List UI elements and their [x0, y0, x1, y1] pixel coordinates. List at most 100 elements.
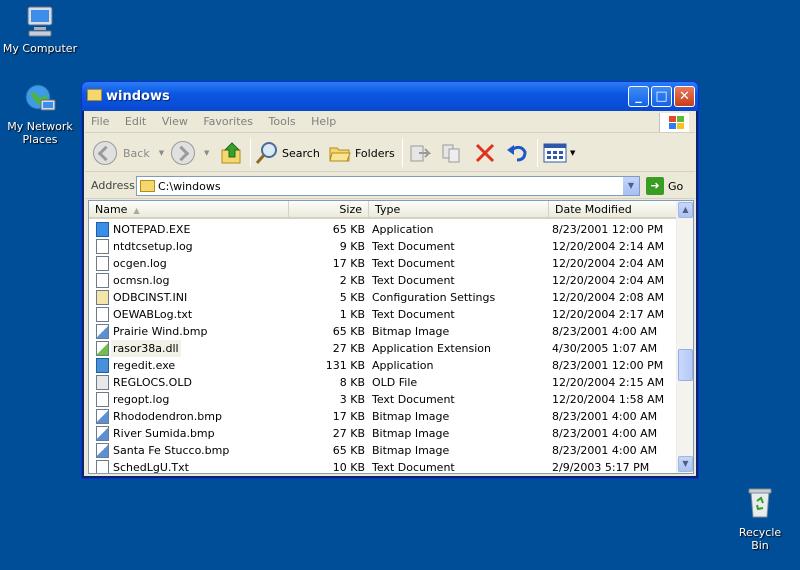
minimize-button[interactable]: _ [628, 86, 649, 107]
views-button[interactable]: ▼ [543, 138, 575, 168]
file-row[interactable]: regedit.exe 131 KB Application 8/23/2001 12… [89, 357, 679, 374]
application-icon [96, 222, 109, 237]
file-row[interactable]: NOTEPAD.EXE 65 KB Application 8/23/2001 12:… [89, 221, 679, 238]
file-date: 8/23/2001 12:00 PM [552, 359, 664, 372]
file-date: 8/23/2001 12:00 PM [552, 223, 664, 236]
bitmap-icon [96, 426, 109, 441]
file-date: 8/23/2001 4:00 AM [552, 410, 658, 423]
menu-view[interactable]: View [156, 111, 194, 132]
file-row[interactable]: Prairie Wind.bmp 65 KB Bitmap Image 8/23/20… [89, 323, 679, 340]
forward-button[interactable]: ▼ [171, 138, 209, 168]
delete-button[interactable] [474, 138, 496, 168]
address-label: Address [91, 179, 135, 192]
file-row[interactable]: ocgen.log 17 KB Text Document 12/20/2004 2:… [89, 255, 679, 272]
folders-button[interactable]: Folders [328, 138, 395, 168]
scroll-up-button[interactable]: ▲ [678, 202, 693, 218]
file-row[interactable]: ODBCINST.INI 5 KB Configuration Settings 12… [89, 289, 679, 306]
file-row[interactable]: River Sumida.bmp 27 KB Bitmap Image 8/23/20… [89, 425, 679, 442]
menu-tools[interactable]: Tools [263, 111, 302, 132]
desktop-icon-my-computer[interactable]: My Computer [0, 4, 80, 55]
file-row[interactable]: rasor38a.dll 27 KB Application Extension 4/… [89, 340, 679, 357]
column-header-label: Type [375, 203, 401, 216]
file-type: Text Document [372, 461, 455, 474]
file-row[interactable]: REGLOCS.OLD 8 KB OLD File 12/20/2004 2:15 A… [89, 374, 679, 391]
file-row[interactable]: regopt.log 3 KB Text Document 12/20/2004 1:… [89, 391, 679, 408]
file-date: 12/20/2004 2:15 AM [552, 376, 665, 389]
file-name: River Sumida.bmp [113, 427, 215, 440]
file-size: 10 KB [332, 461, 365, 474]
file-date: 8/23/2001 4:00 AM [552, 427, 658, 440]
bitmap-icon [96, 443, 109, 458]
title-bar[interactable]: windows _ □ ✕ [82, 82, 698, 111]
delete-icon [475, 143, 495, 163]
close-icon: ✕ [679, 89, 690, 104]
file-type: Text Document [372, 257, 455, 270]
file-date: 4/30/2005 1:07 AM [552, 342, 658, 355]
desktop-icon-my-network-places[interactable]: My Network Places [0, 82, 80, 146]
file-list: Name ▲ Size Type Date Modified NOTEPAD.EX… [88, 200, 694, 474]
file-row[interactable]: SchedLgU.Txt 10 KB Text Document 2/9/2003 5… [89, 459, 679, 474]
file-row[interactable]: OEWABLog.txt 1 KB Text Document 12/20/2004 … [89, 306, 679, 323]
vertical-scrollbar[interactable]: ▲ ▼ [676, 201, 693, 473]
file-size: 17 KB [332, 410, 365, 423]
back-arrow-icon [93, 141, 117, 165]
file-date: 12/20/2004 2:17 AM [552, 308, 665, 321]
copy-to-icon [442, 144, 460, 163]
maximize-button[interactable]: □ [651, 86, 672, 107]
up-folder-button[interactable] [220, 138, 244, 168]
column-header-name[interactable]: Name ▲ [89, 201, 289, 219]
menu-help[interactable]: Help [305, 111, 342, 132]
regedit-icon [96, 358, 109, 373]
column-header-label: Date Modified [555, 203, 632, 216]
address-value: C:\windows [158, 180, 221, 193]
file-name: regedit.exe [113, 359, 176, 372]
scroll-thumb[interactable] [678, 349, 693, 381]
sort-up-icon: ▲ [133, 206, 140, 215]
address-dropdown-button[interactable]: ▼ [622, 177, 639, 195]
column-header-date-modified[interactable]: Date Modified [549, 201, 679, 219]
folder-icon [140, 180, 155, 192]
recycle-bin-icon [743, 486, 777, 520]
undo-icon [507, 145, 527, 162]
column-header-size[interactable]: Size [289, 201, 369, 219]
search-button[interactable]: Search [255, 138, 320, 168]
back-button[interactable]: Back ▼ [93, 138, 164, 168]
generic-file-icon [96, 375, 109, 390]
go-button[interactable]: ➜ Go [646, 176, 683, 196]
file-name: Rhododendron.bmp [113, 410, 222, 423]
menu-favorites[interactable]: Favorites [197, 111, 259, 132]
file-type: Text Document [372, 240, 455, 253]
scroll-down-button[interactable]: ▼ [678, 456, 693, 472]
settings-file-icon [96, 290, 109, 305]
column-header-label: Name [95, 203, 128, 216]
text-document-icon [96, 392, 109, 407]
network-places-icon [23, 82, 57, 116]
explorer-window: windows _ □ ✕ File Edit View Favorites T… [81, 81, 699, 479]
file-rows: NOTEPAD.EXE 65 KB Application 8/23/2001 12:… [89, 221, 679, 474]
chevron-down-icon: ▼ [570, 149, 576, 157]
file-size: 27 KB [332, 342, 365, 355]
file-row[interactable]: ocmsn.log 2 KB Text Document 12/20/2004 2:0… [89, 272, 679, 289]
move-to-button[interactable] [409, 138, 431, 168]
file-name: Santa Fe Stucco.bmp [113, 444, 230, 457]
file-type: Configuration Settings [372, 291, 496, 304]
file-row[interactable]: Rhododendron.bmp 17 KB Bitmap Image 8/23/20… [89, 408, 679, 425]
file-type: Text Document [372, 393, 455, 406]
menu-file[interactable]: File [85, 111, 115, 132]
address-bar: Address C:\windows ▼ ➜ Go [85, 173, 695, 199]
close-button[interactable]: ✕ [674, 86, 695, 107]
file-row[interactable]: ntdtcsetup.log 9 KB Text Document 12/20/200… [89, 238, 679, 255]
file-size: 65 KB [332, 444, 365, 457]
menu-bar: File Edit View Favorites Tools Help [85, 111, 695, 133]
address-input[interactable]: C:\windows ▼ [136, 176, 640, 196]
desktop-icon-recycle-bin[interactable]: Recycle Bin [730, 486, 790, 552]
file-size: 131 KB [325, 359, 365, 372]
file-name: regopt.log [113, 393, 170, 406]
menu-edit[interactable]: Edit [119, 111, 152, 132]
text-document-icon [96, 256, 109, 271]
undo-button[interactable] [505, 138, 529, 168]
copy-to-button[interactable] [441, 138, 463, 168]
file-size: 2 KB [339, 274, 365, 287]
file-row[interactable]: Santa Fe Stucco.bmp 65 KB Bitmap Image 8/23… [89, 442, 679, 459]
column-header-type[interactable]: Type [369, 201, 549, 219]
